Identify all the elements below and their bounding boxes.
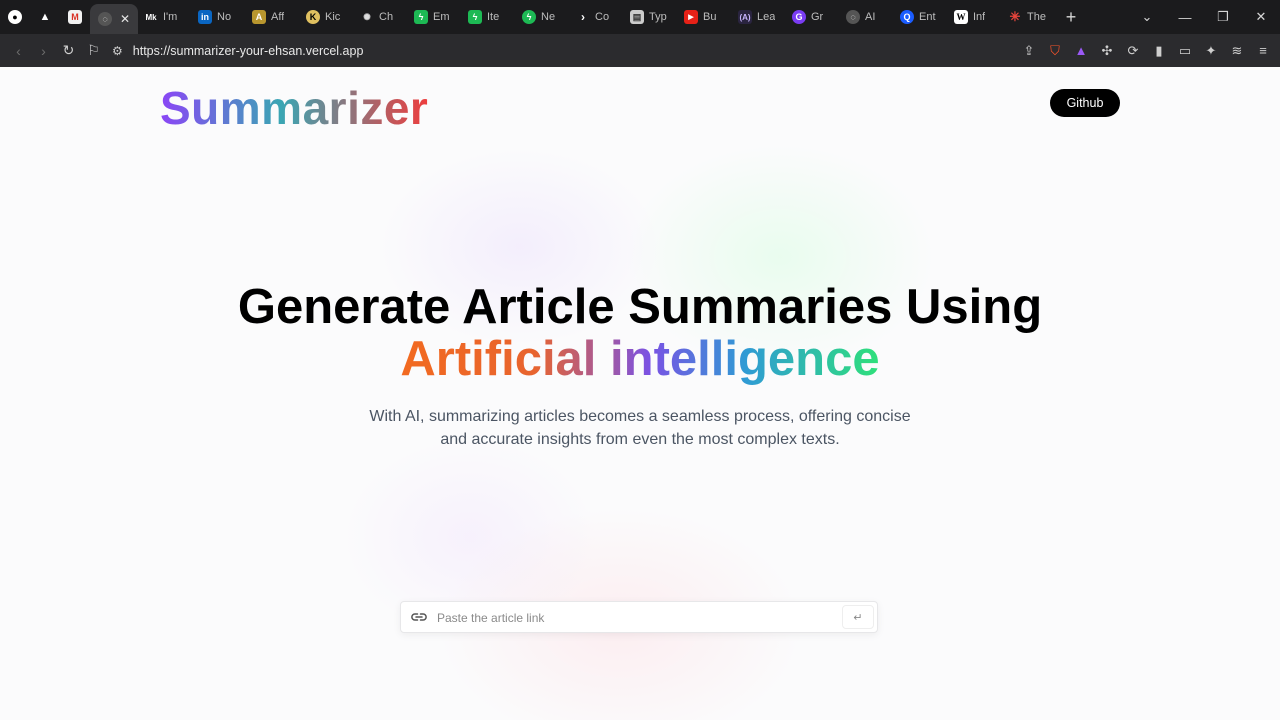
tab-item[interactable]: Mk I'm — [138, 3, 192, 31]
tab-item[interactable]: ▤ Typ — [624, 3, 678, 31]
tab-item[interactable]: ϟ Ne — [516, 3, 570, 31]
tab-item[interactable]: W Inf — [948, 3, 1002, 31]
restore-icon[interactable]: ❐ — [1204, 9, 1242, 25]
subtitle: With AI, summarizing articles becomes a … — [369, 408, 911, 448]
tab-label: Ch — [379, 11, 394, 23]
menu-icon[interactable]: ≡ — [1252, 43, 1274, 58]
logo[interactable]: Summarizer — [160, 81, 428, 135]
tab-label: Inf — [973, 11, 986, 23]
chevron-right-icon: › — [581, 10, 585, 24]
affiliate-icon: A — [252, 10, 266, 24]
link-icon — [411, 613, 427, 621]
share-icon[interactable]: ⇪ — [1018, 43, 1040, 59]
tab-item[interactable]: ✺ Ch — [354, 3, 408, 31]
forward-icon[interactable]: › — [31, 43, 56, 59]
hero: Generate Article Summaries Using Artific… — [0, 281, 1280, 451]
chatgpt-icon: ✺ — [363, 11, 371, 22]
close-tab-icon[interactable]: ✕ — [120, 12, 130, 26]
vpn-icon[interactable]: ≋ — [1226, 43, 1248, 59]
tab-search-icon[interactable]: ⌄ — [1128, 9, 1166, 25]
tab-label: Ent — [919, 11, 936, 23]
toolbar-right: ⇪ ⛉ ▲ ✣ ⟳ ▮ ▭ ✦ ≋ ≡ — [1018, 34, 1274, 67]
tab-label: Lea — [757, 11, 776, 23]
site-info-icon[interactable]: ⚙ — [112, 44, 123, 58]
brave-rewards-icon[interactable]: ▲ — [1070, 43, 1092, 58]
tab-item[interactable]: ◌ AI — [840, 3, 894, 31]
codeacademy-icon: (A) — [738, 10, 752, 24]
tab-item[interactable]: K Kic — [300, 3, 354, 31]
tab-item[interactable]: Q Ent — [894, 3, 948, 31]
tab-strip: ● ▲ M ◌ ✕ Mk I'm in No A Aff K Kic ✺ Ch … — [0, 0, 1280, 34]
tab-label: Ne — [541, 11, 556, 23]
enter-icon: ↵ — [853, 611, 863, 624]
tab-item[interactable]: ✳ The — [1002, 3, 1056, 31]
tab-item[interactable]: in No — [192, 3, 246, 31]
tab-label: Typ — [649, 11, 667, 23]
tab-label: Co — [595, 11, 610, 23]
tab-item[interactable]: ϟ Ite — [462, 3, 516, 31]
github-button[interactable]: Github — [1050, 89, 1120, 117]
new-tab-button[interactable]: + — [1056, 7, 1086, 28]
search-bar[interactable]: ↵ — [400, 601, 878, 633]
url-text[interactable]: https://summarizer-your-ehsan.vercel.app — [133, 44, 364, 58]
sidebar-icon[interactable]: ▮ — [1148, 43, 1170, 59]
bookmark-icon[interactable]: ⚐ — [81, 42, 106, 59]
tab-item[interactable]: › Co — [570, 3, 624, 31]
tab-item[interactable]: ▶ Bu — [678, 3, 732, 31]
minimize-icon[interactable]: — — [1166, 10, 1204, 25]
tab-item[interactable]: ϟ Em — [408, 3, 462, 31]
tab-item[interactable]: A Aff — [246, 3, 300, 31]
article-link-input[interactable] — [435, 606, 839, 630]
triangle-icon: ▲ — [39, 11, 51, 23]
wikipedia-icon: W — [954, 10, 968, 24]
tab-pinned[interactable]: ▲ — [30, 3, 60, 31]
tab-gmail[interactable]: M — [60, 3, 90, 31]
lightning-icon: ϟ — [468, 10, 482, 24]
address-bar[interactable]: ⚙ https://summarizer-your-ehsan.vercel.a… — [112, 39, 1092, 62]
tab-label: No — [217, 11, 232, 23]
window-controls: ⌄ — ❐ ✕ — [1128, 0, 1280, 34]
lightning-icon: ϟ — [414, 10, 428, 24]
tab-label: Aff — [271, 11, 285, 23]
tab-label: Em — [433, 11, 450, 23]
browser-toolbar: ‹ › ↻ ⚐ ⚙ https://summarizer-your-ehsan.… — [0, 34, 1280, 67]
q-icon: Q — [900, 10, 914, 24]
tab-label: Gr — [811, 11, 824, 23]
extensions-icon[interactable]: ✣ — [1096, 43, 1118, 59]
tab-label: I'm — [163, 11, 178, 23]
brave-shield-icon[interactable]: ⛉ — [1044, 43, 1066, 59]
mk-icon: Mk — [145, 12, 157, 22]
wallet-icon[interactable]: ▭ — [1174, 43, 1196, 59]
tab-item[interactable]: G Gr — [786, 3, 840, 31]
k-icon: K — [306, 10, 320, 24]
tab-label: Bu — [703, 11, 717, 23]
page-content: Summarizer Github Generate Article Summa… — [0, 67, 1280, 720]
globe-icon: ◌ — [98, 12, 112, 26]
tab-active[interactable]: ◌ ✕ — [90, 4, 138, 34]
headline-line-2: Artificial intelligence — [400, 332, 880, 386]
g-icon: G — [792, 10, 806, 24]
close-window-icon[interactable]: ✕ — [1242, 9, 1280, 25]
gmail-icon: M — [68, 10, 82, 24]
asterisk-icon: ✳ — [1009, 9, 1021, 24]
typescript-icon: ▤ — [630, 10, 644, 24]
linkedin-icon: in — [198, 10, 212, 24]
reload-icon[interactable]: ↻ — [56, 42, 81, 59]
leo-icon[interactable]: ⟳ — [1122, 43, 1144, 59]
tab-github[interactable]: ● — [0, 3, 30, 31]
submit-button[interactable]: ↵ — [842, 605, 874, 629]
tab-label: The — [1027, 11, 1046, 23]
headline: Generate Article Summaries Using Artific… — [0, 281, 1280, 385]
lightning-circle-icon: ϟ — [522, 10, 536, 24]
ai-icon[interactable]: ✦ — [1200, 43, 1222, 59]
tab-label: Ite — [487, 11, 500, 23]
youtube-icon: ▶ — [684, 10, 698, 24]
headline-line-1: Generate Article Summaries Using — [237, 280, 1043, 334]
back-icon[interactable]: ‹ — [6, 43, 31, 59]
github-icon: ● — [8, 10, 22, 24]
tab-label: AI — [865, 11, 876, 23]
tab-label: Kic — [325, 11, 341, 23]
tab-item[interactable]: (A) Lea — [732, 3, 786, 31]
globe-icon: ◌ — [846, 10, 860, 24]
